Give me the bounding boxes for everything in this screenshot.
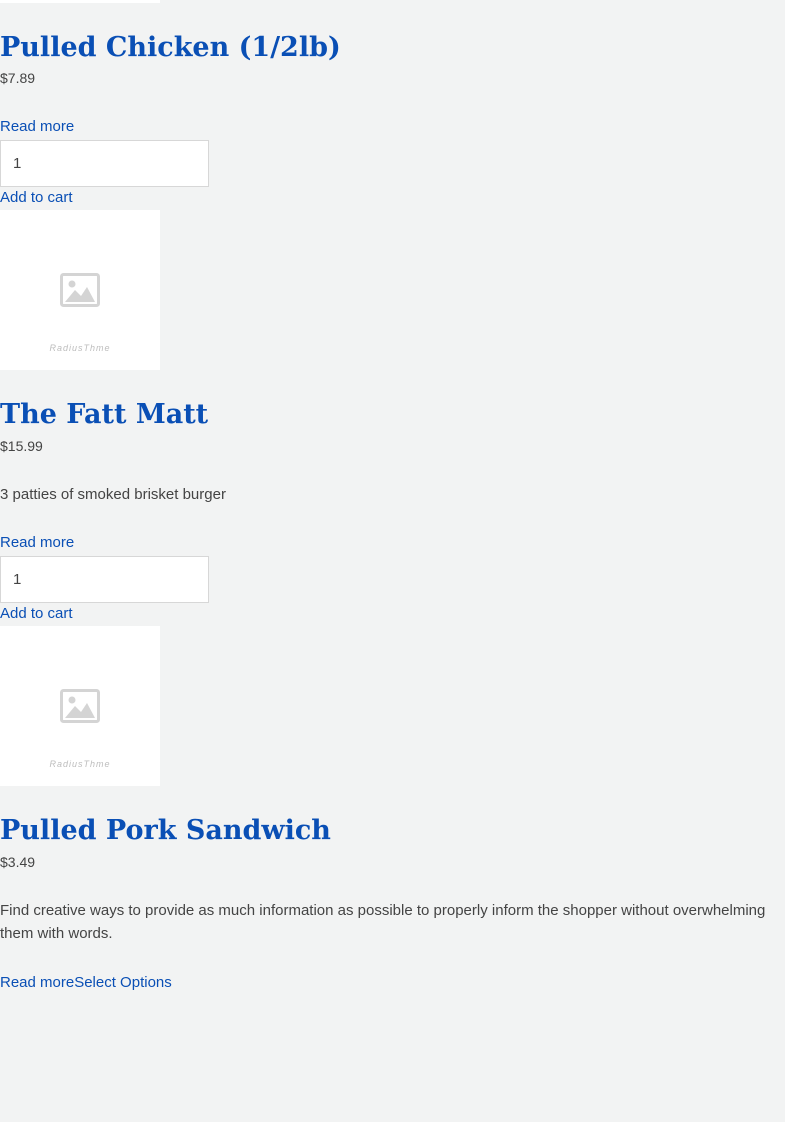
product-title-link[interactable]: The Fatt Matt [0,399,208,430]
product-thumbnail-placeholder[interactable]: RadiusThme [0,626,160,786]
product-description: Find creative ways to provide as much in… [0,902,766,942]
product-actions: Read moreSelect Options [0,974,172,992]
image-placeholder-icon [60,689,100,723]
read-more-link[interactable]: Read more [0,118,74,136]
add-to-cart-link[interactable]: Add to cart [0,605,73,623]
product-title[interactable]: The Fatt Matt [0,398,208,432]
product-description: 3 patties of smoked brisket burger [0,486,226,503]
add-to-cart-link[interactable]: Add to cart [0,189,73,207]
placeholder-brand-text: RadiusThme [49,759,111,769]
product-thumbnail-placeholder[interactable]: RadiusThme [0,210,160,370]
product-title-link[interactable]: Pulled Chicken (1/2lb) [0,32,341,63]
product-title[interactable]: Pulled Chicken (1/2lb) [0,31,341,65]
quantity-input[interactable] [0,140,209,187]
read-more-link[interactable]: Read more [0,534,74,552]
select-options-link[interactable]: Select Options [74,974,172,991]
product-price: $7.89 [0,70,36,86]
product-price: $15.99 [0,438,43,454]
product-title-link[interactable]: Pulled Pork Sandwich [0,815,331,846]
product-price: $3.49 [0,854,36,870]
product-title[interactable]: Pulled Pork Sandwich [0,814,331,848]
placeholder-brand-text: RadiusThme [49,343,111,353]
image-placeholder-icon [60,273,100,307]
product-thumbnail-edge [0,0,160,3]
quantity-input[interactable] [0,556,209,603]
read-more-link[interactable]: Read more [0,974,74,991]
